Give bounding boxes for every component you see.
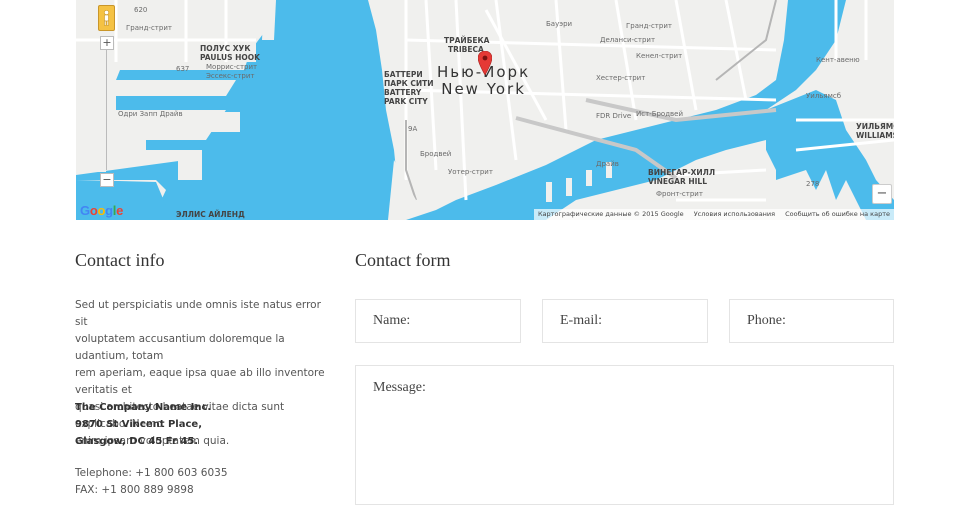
- google-logo-letter: o: [97, 203, 106, 218]
- map-label-battery-en2: PARK CITY: [384, 97, 428, 106]
- map-label-vinegar-ru: ВИНЕГАР-ХИЛЛ: [648, 168, 716, 177]
- name-input[interactable]: [356, 300, 520, 342]
- map[interactable]: 620 Гранд-стрит ПОЛУС ХУК PAULUS HOOK Мо…: [76, 0, 894, 220]
- name-field: [355, 299, 521, 343]
- map-attribution: Картографические данные © 2015 Google Ус…: [533, 209, 894, 220]
- email-input[interactable]: [543, 300, 707, 342]
- google-logo-letter: g: [105, 203, 113, 218]
- zoom-in-button[interactable]: +: [100, 36, 114, 50]
- map-label-morris-st: Моррис-стрит: [206, 63, 258, 71]
- map-label-kent-av: Кент-авеню: [816, 56, 860, 64]
- contact-form-title: Contact form: [355, 250, 451, 270]
- map-label-highway-9a: 9A: [408, 125, 418, 133]
- google-logo-letter: G: [80, 203, 90, 218]
- map-marker-icon[interactable]: [478, 51, 492, 75]
- map-label-delancey: Деланси-стрит: [600, 36, 656, 44]
- map-label-east-bway: Ист-Бродвей: [636, 110, 684, 118]
- map-label-essex-st: Эссекс-стрит: [206, 72, 255, 80]
- company-address: The Company Name Inc. 9870 St Vincent Pl…: [75, 399, 211, 450]
- map-label-hester: Хестер-стрит: [596, 74, 646, 82]
- street-view-pegman-icon[interactable]: [98, 5, 115, 31]
- map-label-uoter: Уотер-стрит: [448, 168, 493, 176]
- contact-info-line: voluptatem accusantium doloremque la uda…: [75, 333, 285, 362]
- map-label-battery-ru1: БАТТЕРИ: [384, 70, 423, 79]
- map-label-drive: Драйв: [596, 160, 619, 168]
- google-logo-letter: e: [116, 203, 124, 218]
- map-label-bauery: Бауэри: [546, 20, 573, 28]
- map-label-tribeca-ru: ТРАЙБЕКА: [444, 36, 490, 45]
- phone-input[interactable]: [730, 300, 893, 342]
- company-city: Glasgow, DC 45 Fr 45.: [75, 436, 199, 447]
- map-label-grand-st2: Гранд-стрит: [626, 22, 672, 30]
- map-label-vinegar-en: VINEGAR HILL: [648, 177, 707, 186]
- map-label-williams-ru: УИЛЬЯМСБ: [856, 122, 894, 131]
- contact-info-line: Sed ut perspiciatis unde omnis iste natu…: [75, 299, 321, 328]
- contact-info-title: Contact info: [75, 250, 165, 270]
- map-label-broadway: Бродвей: [420, 150, 452, 158]
- zoom-out-button-large[interactable]: −: [872, 184, 892, 204]
- map-terms-link[interactable]: Условия использования: [694, 210, 775, 218]
- message-field: [355, 365, 894, 505]
- map-label-uilyams: Уильямсб: [806, 92, 842, 100]
- map-label-ellis: ЭЛЛИС АЙЛЕНД: [176, 210, 245, 219]
- company-street: 9870 St Vincent Place,: [75, 419, 202, 430]
- google-logo[interactable]: Google: [80, 203, 123, 218]
- map-label-highway-637: 637: [176, 65, 190, 73]
- message-textarea[interactable]: [356, 366, 893, 504]
- map-attribution-data: Картографические данные © 2015 Google: [537, 210, 684, 218]
- map-label-williams-en: WILLIAMSB: [856, 131, 894, 140]
- map-label-route-278: 278: [806, 180, 820, 188]
- phone-field: [729, 299, 894, 343]
- fax-text: FAX: +1 800 889 9898: [75, 484, 194, 496]
- map-city-en: New York: [441, 80, 526, 98]
- map-label-kenal: Кенел-стрит: [636, 52, 683, 60]
- map-label-paulus-ru: ПОЛУС ХУК: [200, 44, 251, 53]
- map-label-paulus-en: PAULUS HOOK: [200, 53, 260, 62]
- contact-info-line: rem aperiam, eaque ipsa quae ab illo inv…: [75, 367, 325, 396]
- map-label-battery-ru2: ПАРК СИТИ: [384, 79, 434, 88]
- zoom-slider-track[interactable]: [106, 50, 107, 170]
- map-label-highway-620: 620: [134, 6, 148, 14]
- zoom-out-button[interactable]: −: [100, 173, 114, 187]
- map-label-battery-en1: BATTERY: [384, 88, 422, 97]
- map-label-grand-st: Гранд-стрит: [126, 24, 172, 32]
- map-label-odri: Одри Запп Драйв: [118, 110, 183, 118]
- company-name: The Company Name Inc.: [75, 402, 212, 413]
- map-label-fdr: FDR Drive: [596, 112, 632, 120]
- telephone-text: Telephone: +1 800 603 6035: [75, 467, 228, 479]
- map-label-front-st: Фронт-стрит: [656, 190, 703, 198]
- map-report-link[interactable]: Сообщить об ошибке на карте: [785, 210, 890, 218]
- email-field: [542, 299, 708, 343]
- map-canvas[interactable]: [76, 0, 894, 220]
